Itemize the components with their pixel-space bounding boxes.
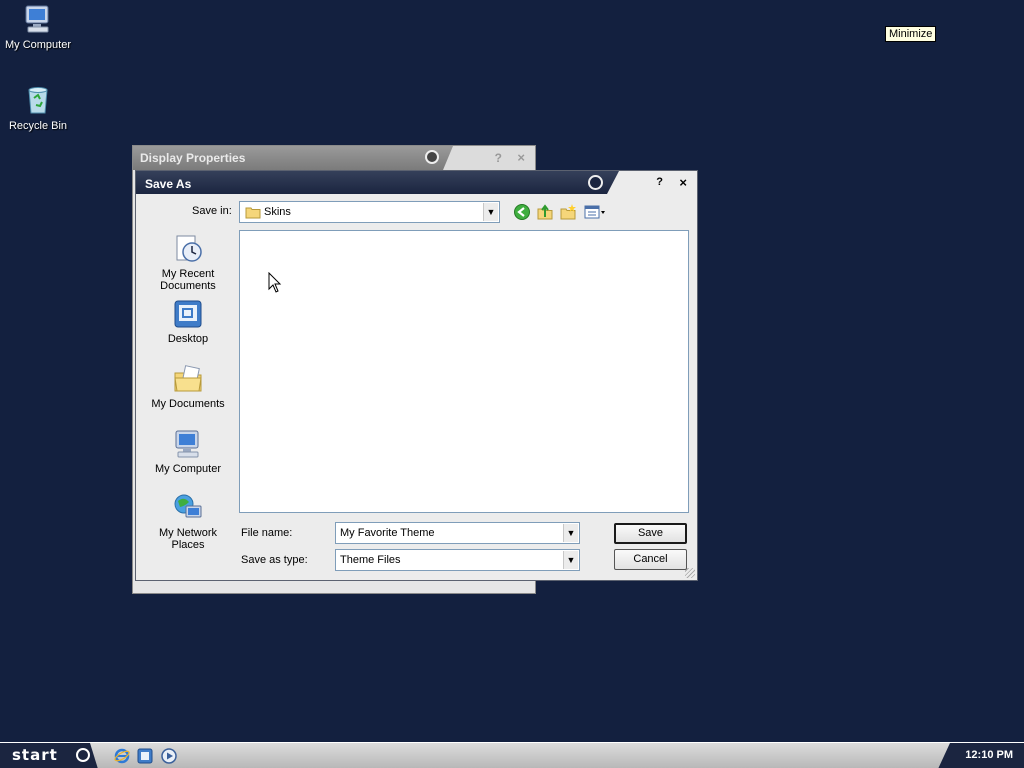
file-name-input[interactable]: My Favorite Theme ▼ <box>335 522 580 544</box>
network-places-icon <box>174 494 202 518</box>
start-logo-icon <box>76 748 90 762</box>
system-tray: 12:10 PM <box>938 743 1024 768</box>
file-list[interactable] <box>239 230 689 513</box>
places-my-computer[interactable]: My Computer <box>144 428 232 475</box>
resize-grip[interactable] <box>685 568 695 578</box>
start-button[interactable]: start <box>0 743 98 768</box>
my-documents-icon <box>174 365 202 392</box>
save-as-dialog[interactable]: Save As ? × Save in: Skins ▼ My Recent D… <box>135 170 698 581</box>
minimize-tooltip: Minimize <box>885 26 937 42</box>
window-title: Display Properties <box>140 151 246 165</box>
desktop-icon-recycle-bin[interactable]: Recycle Bin <box>0 84 76 132</box>
desktop-icon <box>174 300 202 328</box>
places-my-documents[interactable]: My Documents <box>144 363 232 410</box>
new-folder-icon[interactable] <box>559 203 577 221</box>
back-icon[interactable] <box>513 203 531 221</box>
dialog-title: Save As <box>145 177 192 191</box>
window-logo-icon <box>425 150 439 164</box>
place-label: My Network Places <box>158 527 218 551</box>
display-properties-titlebar[interactable]: Display Properties ? × <box>133 146 535 170</box>
start-label: start <box>12 746 58 764</box>
chevron-down-icon[interactable]: ▼ <box>563 551 578 569</box>
recycle-bin-icon <box>28 87 48 114</box>
show-desktop-icon[interactable] <box>137 748 153 764</box>
mouse-cursor-icon <box>268 272 282 293</box>
cancel-button[interactable]: Cancel <box>614 549 687 570</box>
close-button[interactable]: × <box>517 150 525 165</box>
save-as-type-label: Save as type: <box>241 554 308 566</box>
folder-icon <box>245 207 261 219</box>
file-name-label: File name: <box>241 527 293 539</box>
help-button[interactable]: ? <box>656 176 663 188</box>
view-menu-icon[interactable] <box>583 203 607 221</box>
save-as-type-dropdown[interactable]: Theme Files ▼ <box>335 549 580 571</box>
save-in-value: Skins <box>264 206 291 218</box>
desktop-icon-my-computer[interactable]: My Computer <box>0 3 76 51</box>
places-my-recent-documents[interactable]: My Recent Documents <box>144 233 232 292</box>
media-player-icon[interactable] <box>161 748 177 764</box>
file-name-value: My Favorite Theme <box>340 527 435 539</box>
window-logo-icon <box>588 175 603 190</box>
up-folder-icon[interactable] <box>536 203 554 221</box>
save-in-dropdown[interactable]: Skins ▼ <box>239 201 500 223</box>
save-as-type-value: Theme Files <box>340 554 401 566</box>
close-button[interactable]: × <box>679 175 687 190</box>
places-my-network-places[interactable]: My Network Places <box>144 492 232 551</box>
chevron-down-icon[interactable]: ▼ <box>563 524 578 542</box>
place-label: My Recent Documents <box>160 268 216 292</box>
desktop-icon-label: My Computer <box>4 39 72 51</box>
place-label: My Documents <box>151 398 225 410</box>
taskbar: start ◀ 12:10 PM <box>0 742 1024 768</box>
save-in-label: Save in: <box>192 205 232 217</box>
save-as-titlebar[interactable]: Save As ? × <box>136 171 697 194</box>
place-label: My Computer <box>154 463 222 475</box>
save-button[interactable]: Save <box>614 523 687 544</box>
internet-explorer-icon[interactable] <box>114 748 130 764</box>
recent-documents-icon <box>176 235 202 262</box>
help-button[interactable]: ? <box>495 151 502 165</box>
chevron-down-icon[interactable]: ▼ <box>483 203 498 221</box>
my-computer-icon <box>175 430 199 458</box>
clock[interactable]: 12:10 PM <box>965 749 1013 761</box>
places-desktop[interactable]: Desktop <box>144 298 232 345</box>
place-label: Desktop <box>167 333 209 345</box>
desktop-icon-label: Recycle Bin <box>8 120 68 132</box>
my-computer-icon <box>25 5 49 33</box>
